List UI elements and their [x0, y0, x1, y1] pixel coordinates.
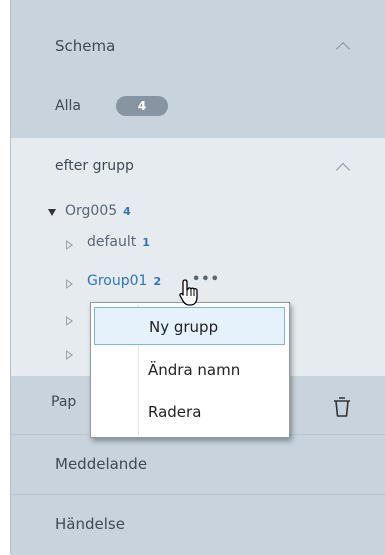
- handelse-section[interactable]: Händelse: [11, 494, 385, 555]
- tree-item-count: 2: [153, 275, 162, 288]
- tree-item-default[interactable]: default 1: [87, 234, 150, 250]
- alla-count-badge: 4: [116, 96, 168, 116]
- tree-item-label: Group01: [87, 273, 148, 289]
- tree-item-label: default: [87, 234, 137, 250]
- pap-label: Pap: [51, 394, 77, 410]
- meddelande-title: Meddelande: [55, 455, 148, 473]
- sidebar-panel: Schema Alla 4 efter grupp Org005 4 defaul…: [10, 0, 385, 555]
- expand-right-icon[interactable]: [66, 240, 73, 250]
- alla-label[interactable]: Alla: [55, 98, 81, 114]
- context-menu: Ny grupp Ändra namn Radera: [90, 302, 290, 438]
- chevron-up-icon[interactable]: [335, 41, 351, 57]
- expand-down-icon[interactable]: [48, 209, 56, 216]
- expand-right-icon[interactable]: [66, 350, 73, 360]
- expand-right-icon[interactable]: [66, 316, 73, 326]
- menu-item-radera[interactable]: Radera: [94, 393, 285, 431]
- schema-title[interactable]: Schema: [55, 37, 115, 55]
- meddelande-section[interactable]: Meddelande: [11, 434, 385, 495]
- efter-grupp-title[interactable]: efter grupp: [55, 158, 134, 174]
- tree-item-label: Org005: [65, 203, 118, 219]
- trash-icon[interactable]: [333, 396, 351, 418]
- tree-item-count: 1: [142, 236, 150, 249]
- schema-section: Schema Alla 4: [11, 0, 385, 138]
- menu-item-label: Ny grupp: [149, 318, 219, 336]
- hand-pointer-icon: [179, 279, 198, 306]
- menu-item-andra-namn[interactable]: Ändra namn: [94, 351, 285, 389]
- expand-right-icon[interactable]: [66, 279, 73, 289]
- tree-item-group01[interactable]: Group01 2: [87, 273, 161, 289]
- menu-item-ny-grupp[interactable]: Ny grupp: [94, 307, 285, 345]
- handelse-title: Händelse: [55, 515, 125, 533]
- tree-item-org005[interactable]: Org005 4: [65, 203, 131, 219]
- tree-item-count: 4: [123, 205, 131, 218]
- menu-item-label: Ändra namn: [148, 361, 241, 379]
- chevron-up-icon[interactable]: [335, 162, 351, 178]
- menu-item-label: Radera: [148, 403, 202, 421]
